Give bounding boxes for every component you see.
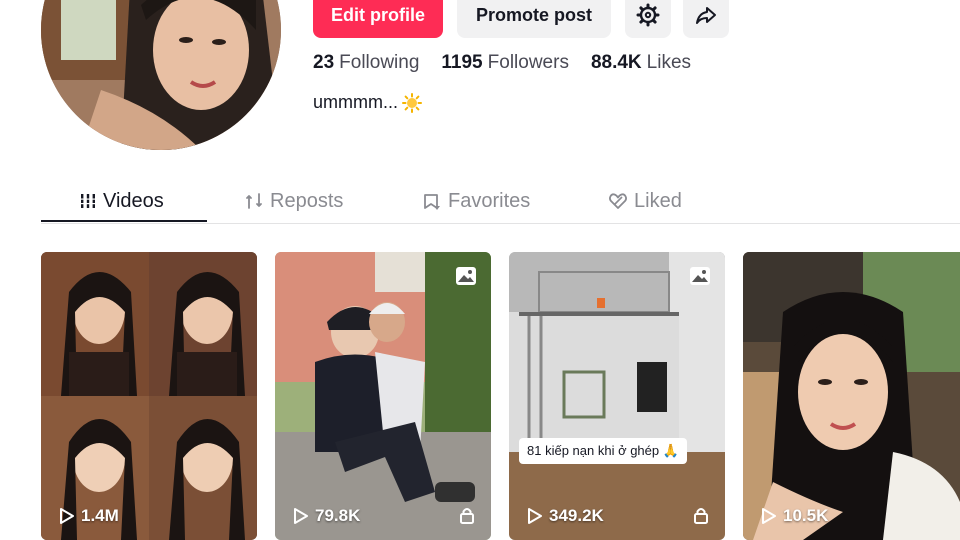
play-icon <box>294 508 308 524</box>
following-label: Following <box>339 52 420 73</box>
video-caption: 81 kiếp nạn khi ở ghép 🙏 <box>519 438 687 464</box>
view-count: 10.5K <box>761 506 828 526</box>
heart-icon <box>609 193 627 209</box>
following-count: 23 <box>313 52 335 73</box>
following-stat[interactable]: 23 Following <box>313 52 419 74</box>
share-button[interactable] <box>683 0 729 38</box>
video-card[interactable]: 81 kiếp nạn khi ở ghép 🙏 349.2K <box>509 252 725 540</box>
avatar[interactable] <box>41 0 281 150</box>
followers-count: 1195 <box>441 52 483 73</box>
likes-label: Likes <box>646 52 692 73</box>
bio-text: ummmm... <box>313 92 398 112</box>
video-thumbnail <box>509 252 725 540</box>
tab-liked[interactable]: Liked <box>608 180 682 222</box>
promote-post-button[interactable]: Promote post <box>457 0 611 38</box>
bookmark-icon <box>424 194 440 210</box>
tab-reposts[interactable]: Reposts <box>244 180 343 222</box>
video-card[interactable]: 10.5K <box>743 252 960 540</box>
video-thumbnail <box>743 252 960 540</box>
share-icon <box>696 7 716 24</box>
play-icon <box>60 508 74 524</box>
profile-stats: 23 Following 1195 Followers 88.4K Likes <box>313 52 691 74</box>
view-count-value: 79.8K <box>315 506 361 525</box>
followers-stat[interactable]: 1195 Followers <box>441 52 569 74</box>
view-count-value: 1.4M <box>81 506 119 525</box>
photo-icon <box>456 267 476 285</box>
lock-icon <box>460 508 474 524</box>
video-thumbnail <box>41 252 257 540</box>
gear-icon <box>636 3 660 27</box>
play-icon <box>762 508 776 524</box>
profile-bio: ummmm... <box>313 92 422 113</box>
view-count-value: 10.5K <box>783 506 829 525</box>
tab-videos[interactable]: Videos <box>79 180 164 222</box>
photo-icon <box>690 267 710 285</box>
play-icon <box>528 508 542 524</box>
tab-favorites-label: Favorites <box>448 189 531 212</box>
video-card[interactable]: 1.4M <box>41 252 257 540</box>
likes-stat: 88.4K Likes <box>591 52 691 74</box>
profile-tabs: Videos Reposts Favorites Liked <box>41 180 960 224</box>
likes-count: 88.4K <box>590 52 642 73</box>
settings-button[interactable] <box>625 0 671 38</box>
repost-icon <box>246 193 262 209</box>
view-count: 1.4M <box>59 506 119 526</box>
tab-favorites[interactable]: Favorites <box>422 180 530 222</box>
grid-icon <box>80 194 96 208</box>
tab-videos-label: Videos <box>103 189 164 212</box>
view-count-value: 349.2K <box>549 506 604 525</box>
followers-label: Followers <box>487 52 569 73</box>
tab-liked-label: Liked <box>634 189 682 212</box>
view-count: 349.2K <box>527 506 604 526</box>
tab-reposts-label: Reposts <box>270 189 344 212</box>
edit-profile-button[interactable]: Edit profile <box>313 0 443 38</box>
lock-icon <box>694 508 708 524</box>
active-tab-indicator <box>41 220 207 222</box>
video-card[interactable]: 79.8K <box>275 252 491 540</box>
sun-emoji-icon <box>402 92 422 113</box>
view-count: 79.8K <box>293 506 360 526</box>
video-thumbnail <box>275 252 491 540</box>
